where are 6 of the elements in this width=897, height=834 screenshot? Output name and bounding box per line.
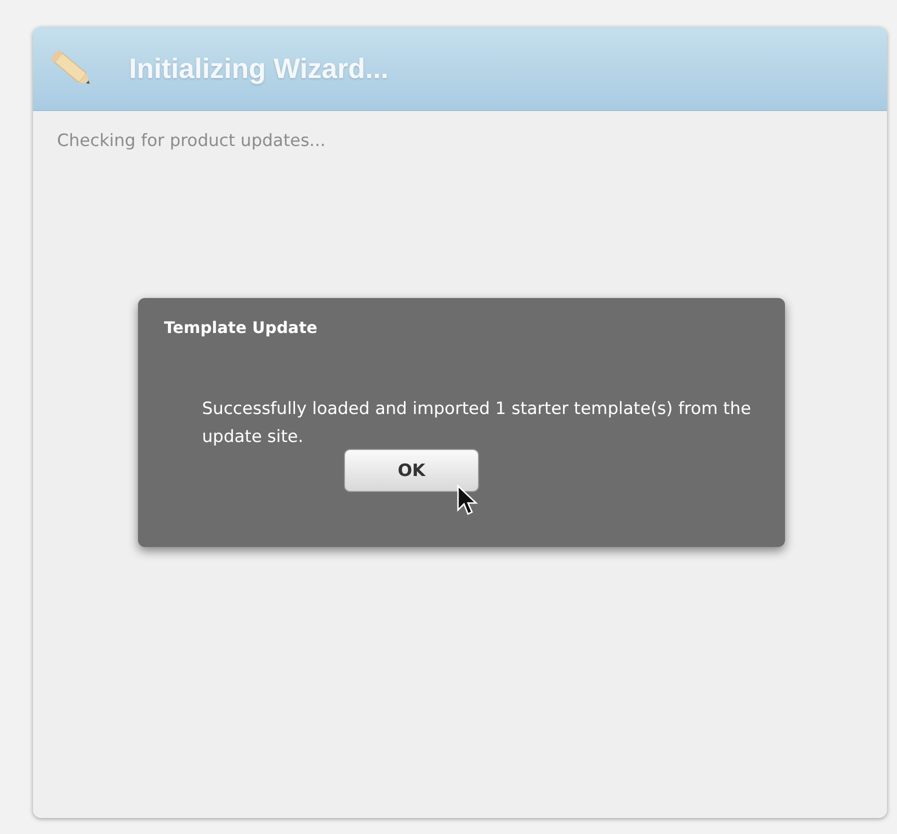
window-title: Initializing Wizard... xyxy=(129,52,389,84)
dialog-title: Template Update xyxy=(164,318,318,337)
dialog-message: Successfully loaded and imported 1 starter template(s) from the update site. xyxy=(202,398,752,449)
ok-button[interactable]: OK xyxy=(344,449,479,492)
status-text: Checking for product updates... xyxy=(57,131,327,151)
mouse-pointer-icon xyxy=(456,484,478,516)
